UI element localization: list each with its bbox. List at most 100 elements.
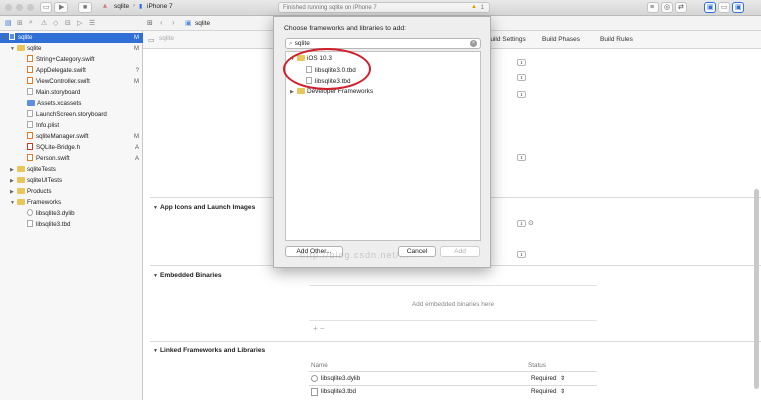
nav-group-sqlite[interactable]: ▼ sqlite M [0, 44, 143, 54]
column-header-status[interactable]: Status [528, 362, 546, 369]
issue-nav-icon[interactable]: ⚠ [41, 19, 47, 27]
nav-file[interactable]: Person.swift A [0, 154, 143, 164]
tab-build-phases[interactable]: Build Phases [542, 36, 580, 43]
framework-status[interactable]: Required [531, 388, 557, 395]
breakpoint-nav-icon[interactable]: ▷ [77, 19, 82, 27]
popup-button[interactable]: ⇕ [517, 91, 526, 98]
section-linked-frameworks[interactable]: ▼ Linked Frameworks and Libraries [153, 347, 265, 354]
add-button[interactable]: Add [440, 246, 480, 257]
table-row[interactable]: libsqlite3.dylib Required ⇕ [309, 374, 597, 385]
popup-button[interactable]: ⇕ [517, 251, 526, 258]
show-navigator-button[interactable]: ▣ [704, 2, 716, 13]
nav-file[interactable]: ViewController.swift M [0, 77, 143, 87]
tbd-file-icon [311, 388, 318, 396]
table-row[interactable]: libsqlite3.tbd Required ⇕ [309, 387, 597, 398]
disclosure-closed-icon: ▶ [10, 178, 14, 184]
nav-label: sqliteManager.swift [36, 133, 89, 140]
section-embedded-binaries[interactable]: ▼ Embedded Binaries [153, 272, 222, 279]
device-icon: ▮ [139, 4, 143, 10]
debug-nav-icon[interactable]: ⊟ [65, 19, 71, 27]
nav-label: SQLite-Bridge.h [36, 144, 81, 151]
bottom-panel-icon: ▭ [721, 4, 728, 11]
show-utilities-button[interactable]: ▣ [732, 2, 744, 13]
framework-name: libsqlite3.dylib [321, 375, 361, 382]
scm-badge: A [134, 145, 139, 151]
folder-icon [17, 166, 25, 172]
nav-label: Main.storyboard [36, 89, 81, 96]
section-app-icons[interactable]: ▼ App Icons and Launch Images [153, 204, 255, 211]
nav-group[interactable]: ▶ Products [0, 187, 143, 197]
column-header-name[interactable]: Name [311, 362, 328, 369]
popup-button[interactable]: ⇕ [517, 154, 526, 161]
show-debug-button[interactable]: ▭ [718, 2, 730, 13]
related-items-icon[interactable]: ⊞ [147, 19, 153, 27]
nav-group-frameworks[interactable]: ▼ Frameworks [0, 198, 143, 208]
close-window-button[interactable] [5, 4, 12, 11]
search-value: sqlite [294, 40, 310, 47]
symbol-nav-icon[interactable]: ⊞ [17, 19, 23, 27]
search-nav-icon[interactable]: ⌕ [29, 19, 33, 27]
warning-count[interactable]: 1 [481, 5, 484, 11]
popup-button[interactable]: ⇕ [517, 59, 526, 66]
divider [150, 341, 761, 342]
nav-file[interactable]: sqliteManager.swift M [0, 132, 143, 142]
tab-build-rules[interactable]: Build Rules [600, 36, 633, 43]
target-selector[interactable]: sqlite [159, 35, 174, 42]
zoom-window-button[interactable] [27, 4, 34, 11]
standard-editor-button[interactable]: ≡ [647, 2, 659, 13]
test-nav-icon[interactable]: ◇ [53, 19, 58, 27]
popup-button[interactable]: ⇕ [517, 74, 526, 81]
clear-search-icon[interactable]: × [470, 40, 477, 47]
nav-file[interactable]: String+Category.swift [0, 55, 143, 65]
nav-file[interactable]: Assets.xcassets [0, 99, 143, 109]
embedded-binaries-list[interactable]: Add embedded binaries here [309, 285, 597, 321]
nav-file[interactable]: Main.storyboard [0, 88, 143, 98]
stop-button[interactable]: ■ [78, 2, 92, 13]
version-editor-button[interactable]: ⇄ [675, 2, 687, 13]
scrollbar[interactable] [754, 189, 759, 389]
assistant-editor-button[interactable]: ◎ [661, 2, 673, 13]
scheme-app[interactable]: sqlite [114, 3, 129, 10]
framework-search-field[interactable]: ⌕ sqlite × [285, 38, 481, 49]
navigator-toggle-button[interactable]: ▭ [40, 2, 52, 13]
nav-file[interactable]: Info.plist [0, 121, 143, 131]
scheme-device[interactable]: iPhone 7 [147, 3, 173, 10]
go-arrow-icon[interactable]: ⊙ [528, 219, 534, 227]
nav-project-sqlite[interactable]: ▼ sqlite M [0, 33, 143, 43]
nav-label: Products [27, 188, 52, 195]
nav-file[interactable]: libsqlite3.tbd [0, 220, 143, 230]
scm-badge: M [134, 134, 139, 140]
tbd-file-icon [27, 220, 33, 227]
folder-nav-icon[interactable]: ▤ [5, 19, 12, 27]
popup-button[interactable]: ⇕ [517, 220, 526, 227]
minimize-window-button[interactable] [16, 4, 23, 11]
show-outline-icon[interactable]: ▭ [148, 36, 155, 44]
run-button[interactable]: ▶ [54, 2, 68, 13]
play-icon: ▶ [59, 4, 65, 11]
back-chevron-icon[interactable]: ‹ [160, 18, 163, 27]
nav-group[interactable]: ▶ sqliteTests [0, 165, 143, 175]
scm-badge: A [134, 156, 139, 162]
report-nav-icon[interactable]: ☰ [89, 19, 95, 27]
nav-group[interactable]: ▶ sqliteUITests [0, 176, 143, 186]
warning-icon[interactable]: ▲ [471, 4, 477, 10]
nav-file[interactable]: AppDelegate.swift? [0, 66, 143, 76]
nav-label: String+Category.swift [36, 56, 95, 63]
nav-file[interactable]: LaunchScreen.storyboard [0, 110, 143, 120]
library-icon [311, 375, 318, 382]
header-file-icon [27, 143, 33, 150]
stepper-icon[interactable]: ⇕ [560, 375, 565, 382]
stepper-icon[interactable]: ⇕ [560, 388, 565, 395]
annotation-ellipse [283, 48, 371, 90]
disclosure-open-icon: ▼ [10, 200, 15, 206]
nav-file[interactable]: libsqlite3.dylib [0, 209, 143, 219]
nav-file[interactable]: SQLite-Bridge.h A [0, 143, 143, 153]
forward-chevron-icon[interactable]: › [172, 18, 175, 27]
breadcrumb[interactable]: sqlite [195, 20, 210, 27]
project-navigator: ▤ ⊞ ⌕ ⚠ ◇ ⊟ ▷ ☰ ▼ sqlite M ▼ sqlite M String… [0, 16, 143, 400]
framework-status[interactable]: Required [531, 375, 557, 382]
add-remove-controls[interactable]: + − [313, 324, 325, 333]
stop-icon: ■ [83, 4, 88, 11]
nav-label: Assets.xcassets [37, 100, 82, 107]
tab-build-settings[interactable]: Build Settings [486, 36, 526, 43]
